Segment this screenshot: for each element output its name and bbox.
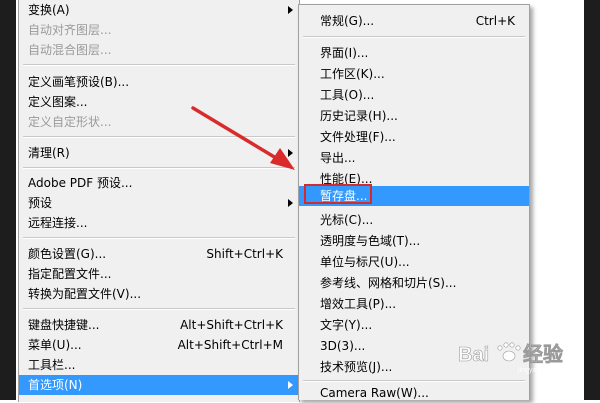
svg-text:经验: 经验 (523, 342, 563, 366)
svg-text:jingyan.baidu.com: jingyan.baidu.com (517, 367, 575, 374)
svg-text:Bai: Bai (458, 344, 489, 366)
baidu-watermark-logo: Bai 经验 jingyan.baidu.com (458, 342, 575, 374)
